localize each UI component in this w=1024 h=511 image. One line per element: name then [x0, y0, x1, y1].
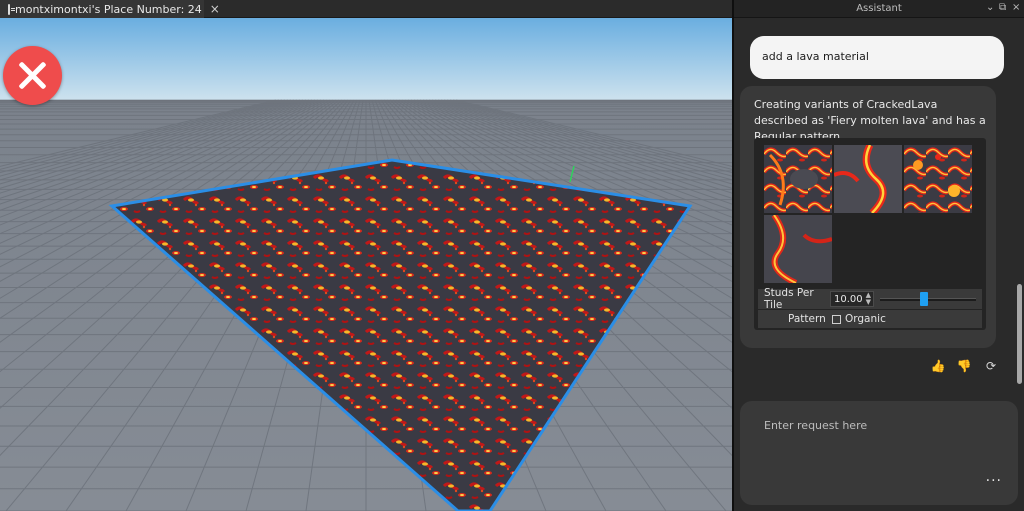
assistant-header: Assistant ⌄ ⧉ × — [734, 0, 1024, 18]
3d-viewport[interactable] — [0, 18, 732, 511]
studs-per-tile-value: 10.00 — [834, 293, 863, 305]
refresh-icon[interactable]: ⟳ — [983, 358, 999, 374]
more-options-button[interactable]: ... — [986, 469, 1002, 485]
material-variant-3[interactable] — [904, 145, 972, 213]
thumbs-up-icon[interactable]: 👍 — [930, 358, 946, 374]
material-variant-4[interactable] — [764, 215, 832, 283]
chat-scrollbar[interactable] — [1017, 284, 1022, 384]
studs-per-tile-label: Studs Per Tile — [764, 287, 814, 311]
viewport-scene — [0, 18, 732, 511]
tab-close-icon[interactable]: × — [210, 2, 220, 16]
popout-icon[interactable]: ⧉ — [999, 2, 1006, 14]
studs-per-tile-input[interactable]: 10.00 ▲ ▼ — [830, 291, 874, 307]
document-tab-bar: montximontxi's Place Number: 24 × — [0, 0, 732, 18]
user-message-text: add a lava material — [762, 50, 869, 63]
request-box: ... — [740, 401, 1018, 505]
request-input[interactable] — [764, 419, 984, 432]
assistant-panel: Assistant ⌄ ⧉ × add a lava material Crea… — [734, 0, 1024, 511]
tab-title: montximontxi's Place Number: 24 — [15, 2, 202, 16]
slider-track — [880, 298, 976, 301]
organic-checkbox[interactable] — [832, 314, 841, 324]
pattern-label: Pattern — [788, 313, 826, 325]
studs-per-tile-slider[interactable] — [880, 291, 976, 307]
pattern-row: Pattern Organic — [758, 310, 982, 328]
assistant-message-bubble: Creating variants of CrackedLava describ… — [740, 86, 996, 348]
organic-label: Organic — [845, 313, 886, 325]
slider-thumb[interactable] — [920, 292, 928, 306]
thumbs-down-icon[interactable]: 👎 — [956, 358, 972, 374]
user-message-bubble: add a lava material — [750, 36, 1004, 79]
material-variants-card: Studs Per Tile 10.00 ▲ ▼ Pattern Organic — [754, 138, 986, 330]
document-tab[interactable]: montximontxi's Place Number: 24 × — [0, 0, 220, 18]
close-icon[interactable]: × — [1012, 2, 1020, 14]
stop-test-button[interactable] — [3, 46, 62, 105]
material-variant-1[interactable] — [764, 145, 832, 213]
studs-per-tile-row: Studs Per Tile 10.00 ▲ ▼ — [758, 287, 982, 311]
assistant-title: Assistant — [856, 3, 902, 14]
spinner-arrows-icon[interactable]: ▲ ▼ — [866, 292, 871, 306]
chevron-down-icon[interactable]: ⌄ — [986, 2, 994, 14]
document-icon — [8, 3, 15, 15]
material-variant-2[interactable] — [834, 145, 902, 213]
